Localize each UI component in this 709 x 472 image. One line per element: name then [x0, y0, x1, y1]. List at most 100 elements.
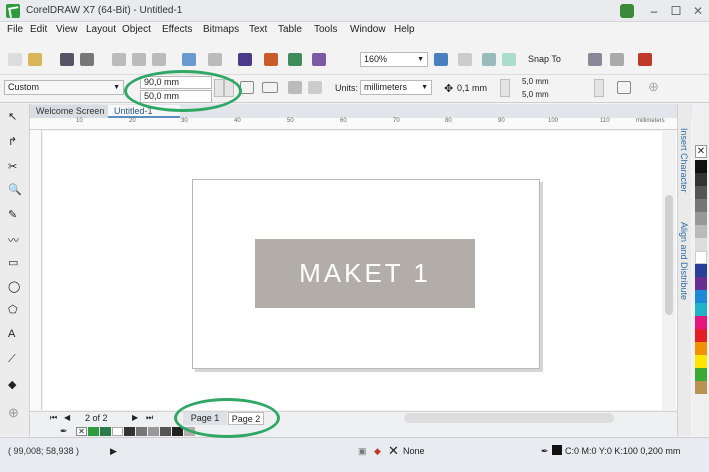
last-page-icon[interactable]: ⏭ [146, 413, 153, 423]
swatch-tan[interactable] [695, 381, 707, 394]
swatch-black[interactable] [695, 160, 707, 173]
fill-bucket-icon[interactable]: ◆ [374, 446, 381, 457]
swatch-gray-70[interactable] [695, 186, 707, 199]
menu-effects[interactable]: Effects [162, 24, 192, 35]
doc-swatch-mid-gray[interactable] [160, 427, 171, 436]
swatch-purple[interactable] [695, 277, 707, 290]
cut-icon[interactable] [112, 53, 126, 66]
doc-swatch-white[interactable] [112, 427, 123, 436]
horizontal-ruler[interactable] [30, 118, 677, 130]
doc-swatch-dark-green[interactable] [100, 427, 111, 436]
vertical-scroll-thumb[interactable] [665, 195, 673, 315]
crop-tool-icon[interactable]: ✂ [8, 160, 22, 173]
duplicate-y-field[interactable]: 5,0 mm [522, 90, 592, 101]
app-launcher-icon[interactable] [610, 53, 624, 66]
connector-tool-icon[interactable]: ⟋ [8, 353, 22, 365]
portrait-icon[interactable] [240, 81, 254, 94]
swatch-magenta[interactable] [695, 316, 707, 329]
doc-swatch-gray[interactable] [136, 427, 147, 436]
fill-status[interactable]: None [403, 446, 425, 456]
fill-icon[interactable]: ◆ [8, 378, 22, 391]
grid-icon[interactable] [482, 53, 496, 66]
ellipse-tool-icon[interactable]: ◯ [8, 280, 22, 293]
tab-insert-character[interactable]: Insert Character [679, 128, 689, 193]
menu-table[interactable]: Table [278, 24, 302, 35]
page-size-preset[interactable]: Custom ▼ [4, 80, 124, 95]
menu-help[interactable]: Help [394, 24, 415, 35]
doc-swatch-dark[interactable] [124, 427, 135, 436]
swatch-gray-10[interactable] [695, 238, 707, 251]
pick-tool-icon[interactable]: ↖ [8, 110, 22, 123]
no-color-swatch[interactable]: ✕ [695, 145, 707, 158]
tab-align-distribute[interactable]: Align and Distribute [679, 222, 689, 300]
polygon-tool-icon[interactable]: ⬠ [8, 303, 22, 316]
maximize-button[interactable]: ☐ [667, 3, 685, 19]
menu-bitmaps[interactable]: Bitmaps [203, 24, 239, 35]
close-button[interactable]: ✕ [689, 3, 707, 19]
swatch-gray-90[interactable] [695, 173, 707, 186]
guidelines-icon[interactable] [502, 53, 516, 66]
outline-status[interactable]: C:0 M:0 Y:0 K:100 0,200 mm [565, 446, 680, 456]
menu-tools[interactable]: Tools [314, 24, 337, 35]
swatch-gray-30[interactable] [695, 225, 707, 238]
print-icon[interactable] [80, 53, 94, 66]
prev-page-icon[interactable]: ◀ [64, 413, 70, 422]
text-tool-icon[interactable]: A [8, 328, 22, 340]
menu-object[interactable]: Object [122, 24, 151, 35]
swatch-navy[interactable] [695, 264, 707, 277]
duplicate-x-field[interactable]: 5,0 mm [522, 77, 592, 88]
eyedropper-icon[interactable]: ✒ [60, 426, 68, 437]
rulers-icon[interactable] [458, 53, 472, 66]
tab-welcome-screen[interactable]: Welcome Screen [30, 105, 108, 118]
import-icon[interactable] [264, 53, 278, 66]
outline-pen-icon[interactable]: ✒ [541, 446, 549, 457]
welcome-icon[interactable] [638, 53, 652, 66]
redo-icon[interactable] [208, 53, 222, 66]
menu-file[interactable]: File [7, 24, 23, 35]
new-document-icon[interactable] [8, 53, 22, 66]
save-icon[interactable] [60, 53, 74, 66]
swatch-gray-50[interactable] [695, 199, 707, 212]
nudge-spinner[interactable] [500, 79, 510, 97]
menu-layout[interactable]: Layout [86, 24, 116, 35]
publish-icon[interactable] [312, 53, 326, 66]
outline-color-swatch[interactable] [552, 445, 562, 455]
vertical-ruler[interactable] [30, 130, 42, 410]
zoom-icon[interactable]: 🔍 [8, 183, 22, 196]
zoom-dropdown[interactable]: 160% ▼ [360, 52, 428, 67]
first-page-icon[interactable]: ⏮ [50, 413, 57, 423]
duplicate-spinner[interactable] [594, 79, 604, 97]
minimize-button[interactable]: – [645, 3, 663, 19]
no-color-swatch[interactable]: ✕ [76, 427, 87, 436]
add-tool-icon[interactable]: ⊕ [8, 405, 19, 421]
landscape-icon[interactable] [262, 82, 278, 93]
current-page-icon[interactable] [308, 81, 322, 94]
artistic-media-icon[interactable]: 〰 [8, 232, 22, 247]
open-icon[interactable] [28, 53, 42, 66]
swatch-yellow[interactable] [695, 355, 707, 368]
swatch-gray-40[interactable] [695, 212, 707, 225]
status-arrow-icon[interactable]: ▶ [110, 446, 117, 457]
options-icon[interactable] [588, 53, 602, 66]
shape-tool-icon[interactable]: ↱ [8, 135, 22, 148]
search-content-icon[interactable] [238, 53, 252, 66]
swatch-orange[interactable] [695, 342, 707, 355]
doc-swatch-light-gray[interactable] [148, 427, 159, 436]
swatch-cyan[interactable] [695, 303, 707, 316]
add-icon[interactable]: ⊕ [648, 79, 659, 95]
menu-view[interactable]: View [56, 24, 78, 35]
snap-to-dropdown[interactable]: Snap To [528, 54, 561, 64]
swatch-white[interactable] [695, 251, 707, 264]
paste-icon[interactable] [152, 53, 166, 66]
undo-icon[interactable] [182, 53, 196, 66]
rectangle-tool-icon[interactable]: ▭ [8, 256, 22, 269]
export-icon[interactable] [288, 53, 302, 66]
maket-text-block[interactable]: MAKET 1 [255, 239, 475, 308]
freehand-icon[interactable]: ✎ [8, 208, 22, 221]
swatch-blue[interactable] [695, 290, 707, 303]
units-dropdown[interactable]: millimeters ▼ [360, 80, 432, 95]
swatch-green[interactable] [695, 368, 707, 381]
horizontal-scrollbar[interactable] [404, 413, 614, 423]
menu-window[interactable]: Window [350, 24, 386, 35]
next-page-icon[interactable]: ▶ [132, 413, 138, 422]
